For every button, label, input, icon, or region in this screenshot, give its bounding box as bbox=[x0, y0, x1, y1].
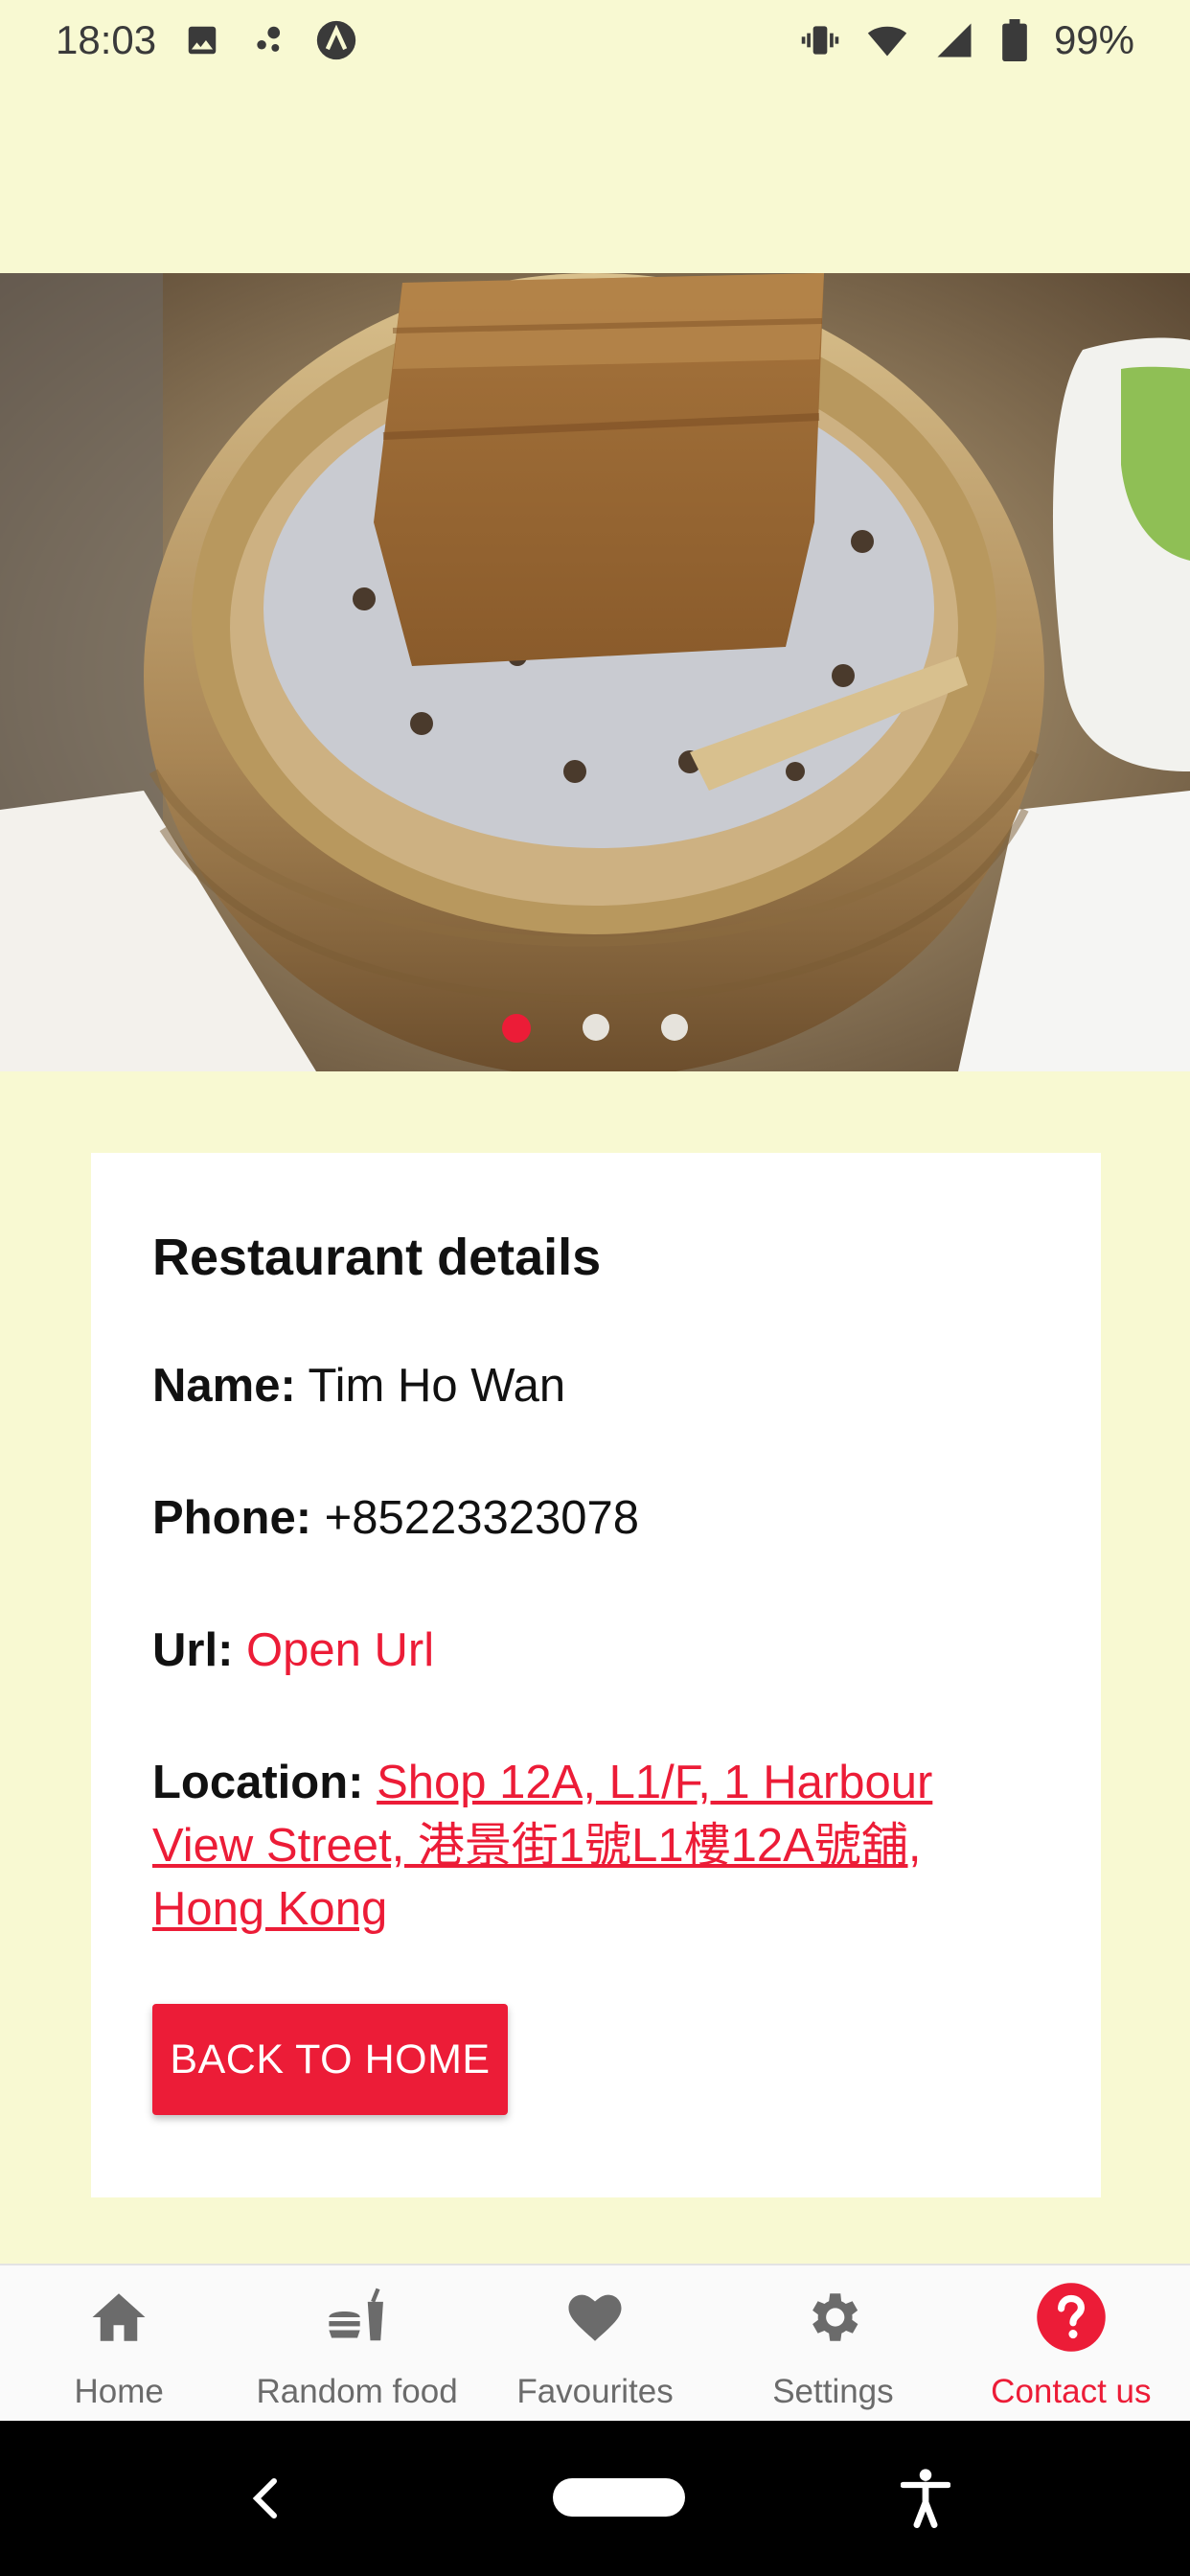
carousel-dot-2[interactable] bbox=[583, 1014, 609, 1041]
back-icon[interactable] bbox=[247, 2474, 286, 2522]
restaurant-details-card: Restaurant details Name: Tim Ho Wan Phon… bbox=[91, 1153, 1101, 2197]
location-row: Location: Shop 12A, L1/F, 1 Harbour View… bbox=[152, 1751, 1040, 1941]
vibrate-icon bbox=[799, 19, 841, 61]
image-carousel[interactable] bbox=[0, 273, 1190, 1071]
url-row: Url: Open Url bbox=[152, 1619, 1040, 1682]
system-nav-bar bbox=[0, 2421, 1190, 2576]
food-photo bbox=[0, 273, 1190, 1071]
name-label: Name: bbox=[152, 1360, 296, 1412]
phone-value: +85223323078 bbox=[324, 1492, 640, 1544]
name-value: Tim Ho Wan bbox=[308, 1360, 566, 1412]
heart-icon bbox=[557, 2279, 633, 2356]
carousel-dot-3[interactable] bbox=[661, 1014, 688, 1041]
app-icon bbox=[315, 19, 357, 61]
open-url-link[interactable]: Open Url bbox=[246, 1624, 434, 1676]
card-title: Restaurant details bbox=[152, 1229, 602, 1286]
status-left: 18:03 bbox=[56, 17, 357, 63]
status-right: 99% bbox=[799, 17, 1134, 63]
signal-icon bbox=[933, 19, 975, 61]
battery-percent: 99% bbox=[1053, 17, 1134, 62]
tab-contact-us[interactable]: Contact us bbox=[952, 2266, 1190, 2421]
tab-label-settings: Settings bbox=[772, 2373, 894, 2410]
help-icon bbox=[1033, 2279, 1110, 2356]
wifi-icon bbox=[866, 19, 908, 61]
fast-food-icon bbox=[319, 2279, 396, 2356]
battery-icon bbox=[1000, 19, 1029, 61]
status-time: 18:03 bbox=[56, 17, 157, 62]
tab-label-favourites: Favourites bbox=[516, 2373, 674, 2410]
tab-home[interactable]: Home bbox=[0, 2266, 238, 2421]
bottom-tab-bar: Home Random food Favourites Settings Con… bbox=[0, 2264, 1190, 2421]
gear-icon bbox=[794, 2279, 871, 2356]
phone-label: Phone: bbox=[152, 1492, 312, 1544]
image-icon bbox=[181, 19, 223, 61]
tab-settings[interactable]: Settings bbox=[714, 2266, 951, 2421]
home-icon bbox=[80, 2279, 157, 2356]
accessibility-icon[interactable] bbox=[900, 2467, 951, 2528]
tab-label-home: Home bbox=[74, 2373, 164, 2410]
home-pill-button[interactable] bbox=[553, 2478, 685, 2517]
status-bar: 18:03 99% bbox=[0, 0, 1190, 80]
url-label: Url: bbox=[152, 1624, 234, 1676]
phone-row: Phone: +85223323078 bbox=[152, 1486, 1040, 1550]
dots-icon bbox=[248, 19, 290, 61]
tab-favourites[interactable]: Favourites bbox=[476, 2266, 714, 2421]
carousel-dot-1[interactable] bbox=[502, 1014, 531, 1043]
location-label: Location: bbox=[152, 1757, 364, 1808]
name-row: Name: Tim Ho Wan bbox=[152, 1354, 1040, 1417]
tab-label-contact-us: Contact us bbox=[991, 2373, 1152, 2410]
tab-label-random-food: Random food bbox=[256, 2373, 458, 2410]
back-to-home-button[interactable]: BACK TO HOME bbox=[152, 2004, 508, 2115]
tab-random-food[interactable]: Random food bbox=[238, 2266, 475, 2421]
carousel-dots bbox=[0, 1014, 1190, 1043]
